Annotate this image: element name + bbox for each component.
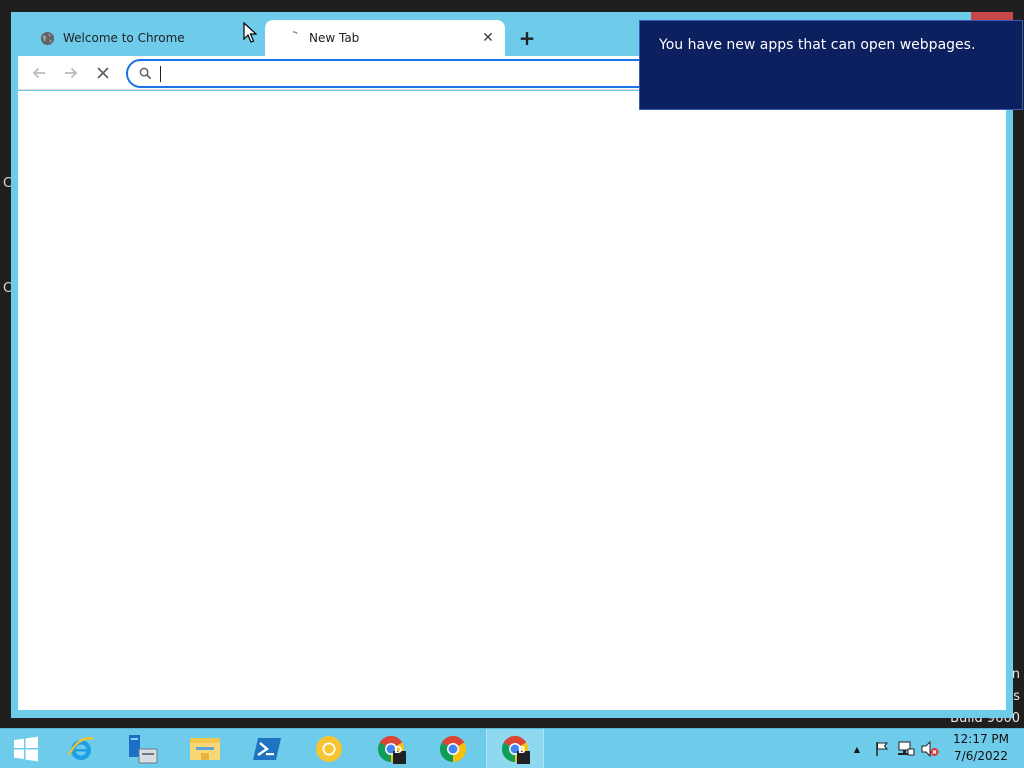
- chrome-button[interactable]: [424, 729, 482, 768]
- forward-button[interactable]: [58, 60, 84, 86]
- server-manager-button[interactable]: [114, 729, 172, 768]
- powershell-button[interactable]: [238, 729, 296, 768]
- chrome-icon: [439, 735, 467, 763]
- network-status-button[interactable]: [896, 729, 916, 768]
- stop-loading-button[interactable]: [90, 60, 116, 86]
- address-bar[interactable]: [126, 59, 666, 88]
- ie-icon: [68, 736, 94, 760]
- server-manager-icon: [129, 735, 158, 764]
- back-button[interactable]: [26, 60, 52, 86]
- windows-logo-icon: [14, 736, 38, 762]
- chrome-beta-button[interactable]: [486, 729, 544, 768]
- page-content: [18, 91, 1006, 710]
- powershell-icon: [253, 738, 281, 760]
- volume-muted-button[interactable]: [920, 729, 940, 768]
- network-icon: [898, 741, 915, 756]
- chrome-dev-button[interactable]: [362, 729, 420, 768]
- tab-title: New Tab: [309, 31, 360, 45]
- chrome-b-icon: [501, 735, 530, 764]
- tab-new-tab[interactable]: New Tab ✕: [265, 20, 505, 56]
- new-tab-button[interactable]: +: [513, 24, 541, 52]
- chrome-canary-button[interactable]: [300, 729, 358, 768]
- address-input[interactable]: [161, 63, 664, 84]
- clock-time: 12:17 PM: [953, 732, 1009, 746]
- internet-explorer-button[interactable]: [52, 729, 110, 768]
- tab-close-icon[interactable]: ✕: [479, 29, 497, 47]
- taskbar: D B ▲ 12:17 PM 7/6/2022: [0, 728, 1024, 768]
- tab-title: Welcome to Chrome: [63, 31, 185, 45]
- stop-icon: [97, 67, 109, 79]
- flag-icon: [876, 742, 889, 756]
- windows-watermark-line: s: [1013, 689, 1020, 704]
- tab-welcome-to-chrome[interactable]: Welcome to Chrome: [26, 20, 264, 56]
- clock-date: 7/6/2022: [954, 749, 1008, 763]
- system-clock[interactable]: 12:17 PM 7/6/2022: [946, 731, 1016, 767]
- back-arrow-icon: [32, 67, 45, 79]
- show-hidden-icons-button[interactable]: ▲: [850, 729, 864, 768]
- loading-icon: [285, 30, 301, 46]
- folder-icon: [190, 738, 220, 760]
- notification-toast[interactable]: You have new apps that can open webpages…: [639, 20, 1023, 110]
- file-explorer-button[interactable]: [176, 729, 234, 768]
- chrome-window: Welcome to Chrome New Tab ✕ +: [11, 12, 1013, 718]
- globe-icon: [39, 30, 55, 46]
- search-icon: [137, 66, 153, 82]
- chrome-dev-badge: D: [394, 745, 403, 756]
- action-center-flag-button[interactable]: [872, 729, 892, 768]
- chrome-yellow-icon: [316, 736, 342, 762]
- speaker-muted-icon: [921, 741, 939, 757]
- chrome-beta-badge: B: [518, 745, 526, 756]
- start-button[interactable]: [0, 729, 52, 768]
- notification-message: You have new apps that can open webpages…: [659, 37, 976, 53]
- forward-arrow-icon: [65, 67, 78, 79]
- mouse-cursor-icon: [243, 22, 257, 43]
